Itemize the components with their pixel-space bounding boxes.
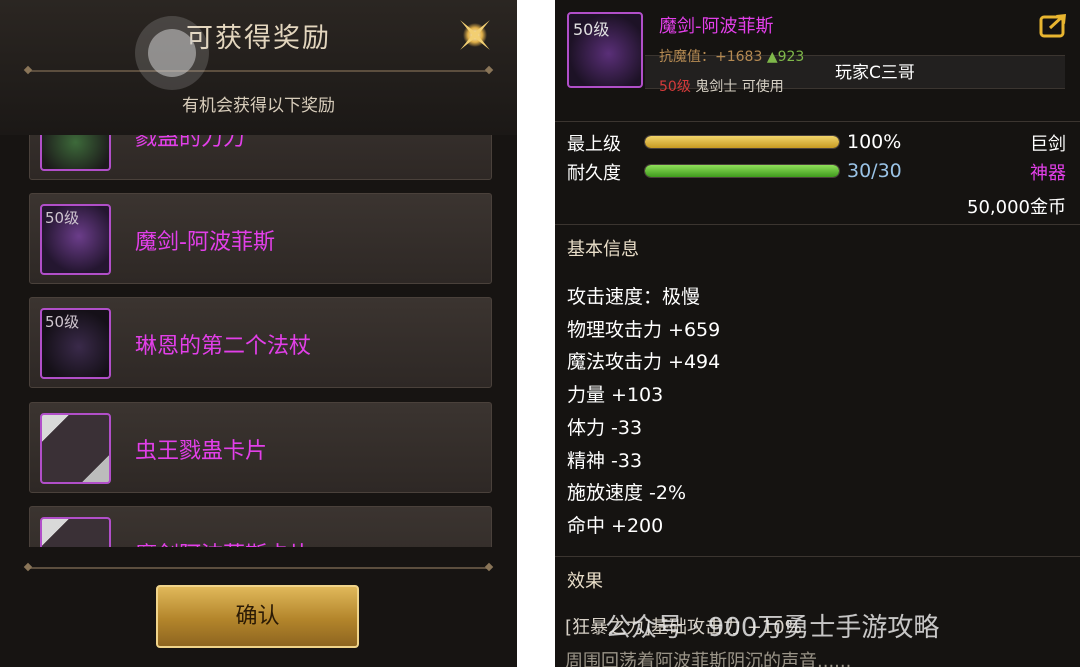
list-item[interactable]: 魔剑阿波菲斯卡片 [29,506,492,547]
attribute-line: 精神 -33 [567,450,643,472]
reward-name: 戮蛊的力力 [135,135,246,151]
card-icon [40,517,111,547]
attribute-line: 攻击速度：极慢 [567,286,701,308]
divider [555,556,1080,557]
reward-panel-header: 可获得奖励 有机会获得以下奖励 [0,0,517,135]
anti-magic-label: 抗魔值：+1683 [659,49,763,65]
touch-indicator [135,16,209,90]
grade-bar [644,135,840,149]
sword-icon: 50级 [567,12,643,88]
level-badge: 50级 [573,20,610,39]
attribute-line: 命中 +200 [567,515,664,537]
divider [555,224,1080,225]
attribute-line: 魔法攻击力 +494 [567,351,721,373]
weapon-type: 巨剑 [1030,134,1066,155]
grade-bar-fill [645,136,839,148]
reward-name: 虫王戮蛊卡片 [135,439,268,464]
item-name: 魔剑-阿波菲斯 [659,16,774,37]
list-item[interactable]: 虫王戮蛊卡片 [29,402,492,493]
durability-bar-fill [645,165,839,177]
basic-info-title: 基本信息 [567,239,639,260]
effect-line: 周围回荡着阿波菲斯阴沉的声音...... [565,651,852,667]
attribute-line: 物理攻击力 +659 [567,319,721,341]
list-item[interactable]: 50级 魔剑-阿波菲斯 [29,193,492,284]
header-divider [28,70,489,72]
grade-label: 最上级 [567,134,621,155]
player-name: 玩家C三哥 [835,63,915,83]
anti-magic-increase: ▲923 [766,49,805,65]
requirement: 50级 鬼剑士 可使用 [659,76,784,96]
staff-icon: 50级 [40,308,111,379]
list-item[interactable]: 50级 琳恩的第二个法杖 [29,297,492,388]
reward-name: 琳恩的第二个法杖 [135,334,312,359]
reward-panel-subtitle: 有机会获得以下奖励 [182,96,335,116]
required-level: 50级 [659,79,691,95]
item-detail-panel: 50级 魔剑-阿波菲斯 抗魔值：+1683 ▲923 50级 鬼剑士 可使用 玩… [555,0,1080,667]
reward-panel: 可获得奖励 有机会获得以下奖励 戮蛊的力力 50级 魔剑-阿波菲斯 50级 琳恩… [0,0,517,667]
attribute-line: 力量 +103 [567,384,664,406]
attribute-line: 施放速度 -2% [567,482,687,504]
required-class: 鬼剑士 可使用 [695,79,784,95]
list-item[interactable]: 戮蛊的力力 [29,135,492,180]
grade-value: 100% [847,131,902,153]
reward-panel-title: 可获得奖励 [186,23,331,54]
card-icon [40,413,111,484]
durability-label: 耐久度 [567,163,621,184]
effect-title: 效果 [567,571,603,592]
reward-list[interactable]: 戮蛊的力力 50级 魔剑-阿波菲斯 50级 琳恩的第二个法杖 虫王戮蛊卡片 魔剑… [0,135,517,547]
reward-name: 魔剑阿波菲斯卡片 [135,537,311,547]
close-icon[interactable] [452,12,498,58]
sword-icon: 50级 [40,204,111,275]
attribute-line: 体力 -33 [567,417,643,439]
share-icon[interactable] [1039,12,1069,38]
durability-bar [644,164,840,178]
anti-magic-value: 抗魔值：+1683 ▲923 [659,46,804,66]
divider [555,121,1080,122]
watermark: 公众号 · 900万勇士手游攻略 [605,613,940,643]
reward-name: 魔剑-阿波菲斯 [135,230,275,255]
level-badge: 50级 [45,209,80,227]
item-icon [40,135,111,171]
rarity-label: 神器 [1030,163,1066,184]
level-badge: 50级 [45,313,80,331]
price: 50,000金币 [967,197,1066,218]
confirm-button[interactable]: 确认 [156,585,359,648]
footer-divider [28,567,489,569]
durability-value: 30/30 [847,160,902,182]
